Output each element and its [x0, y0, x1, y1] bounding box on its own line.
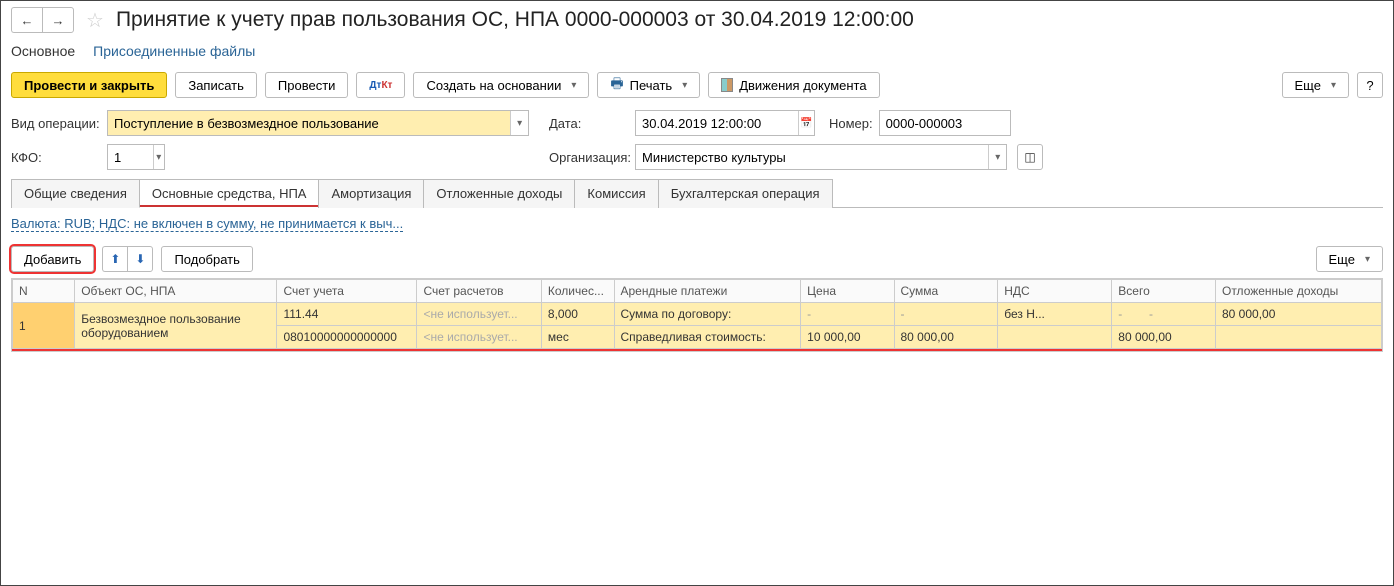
cell-calc-2[interactable]: <не использует...: [417, 326, 541, 349]
col-rent-payments[interactable]: Арендные платежи: [614, 280, 801, 303]
write-button[interactable]: Записать: [175, 72, 257, 98]
date-combo[interactable]: 📅: [635, 110, 815, 136]
tab-general[interactable]: Общие сведения: [11, 179, 140, 208]
printer-icon: 🖶: [610, 73, 623, 97]
table-more-button[interactable]: Еще: [1316, 246, 1383, 272]
cell-account-2[interactable]: 08010000000000000: [277, 326, 417, 349]
cell-deferred[interactable]: 80 000,00: [1215, 303, 1381, 326]
nav-forward-button[interactable]: →: [42, 7, 74, 33]
cell-rent-2[interactable]: Справедливая стоимость:: [614, 326, 801, 349]
op-type-dropdown-icon[interactable]: ▾: [510, 111, 528, 135]
red-underline: [12, 349, 1382, 351]
col-price[interactable]: Цена: [801, 280, 894, 303]
cell-account-1[interactable]: 111.44: [277, 303, 417, 326]
cell-price-2[interactable]: 10 000,00: [801, 326, 894, 349]
cell-sum-1[interactable]: -: [894, 303, 998, 326]
cell-calc-1[interactable]: <не использует...: [417, 303, 541, 326]
tab-accounting-op[interactable]: Бухгалтерская операция: [658, 179, 833, 208]
org-open-button[interactable]: ◫: [1017, 144, 1043, 170]
kfo-input[interactable]: [108, 145, 153, 169]
op-type-combo[interactable]: ▾: [107, 110, 529, 136]
add-row-button[interactable]: Добавить: [11, 246, 94, 272]
date-input[interactable]: [636, 111, 798, 135]
move-up-button[interactable]: ⬆: [102, 246, 127, 272]
cell-qty[interactable]: 8,000: [541, 303, 614, 326]
col-total[interactable]: Всего: [1112, 280, 1216, 303]
move-down-button[interactable]: ⬇: [127, 246, 153, 272]
org-dropdown-icon[interactable]: ▾: [988, 145, 1006, 169]
col-quantity[interactable]: Количес...: [541, 280, 614, 303]
col-deferred[interactable]: Отложенные доходы: [1215, 280, 1381, 303]
debit-credit-button[interactable]: ДтКт: [356, 72, 405, 98]
cell-vat-1[interactable]: без Н...: [998, 303, 1112, 326]
tab-assets[interactable]: Основные средства, НПА: [139, 179, 320, 208]
op-type-input[interactable]: [108, 111, 510, 135]
tab-deferred-income[interactable]: Отложенные доходы: [423, 179, 575, 208]
cell-total-1[interactable]: - -: [1112, 303, 1216, 326]
cell-price-1[interactable]: -: [801, 303, 894, 326]
print-button[interactable]: 🖶Печать: [597, 72, 700, 98]
assets-table[interactable]: N Объект ОС, НПА Счет учета Счет расчето…: [12, 279, 1382, 349]
col-vat[interactable]: НДС: [998, 280, 1112, 303]
pick-button[interactable]: Подобрать: [161, 246, 252, 272]
document-movements-button[interactable]: Движения документа: [708, 72, 879, 98]
linktab-main[interactable]: Основное: [11, 43, 75, 60]
cell-sum-2[interactable]: 80 000,00: [894, 326, 998, 349]
more-button[interactable]: Еще: [1282, 72, 1349, 98]
linktab-files[interactable]: Присоединенные файлы: [93, 43, 255, 60]
kfo-label: КФО:: [11, 150, 101, 165]
col-account[interactable]: Счет учета: [277, 280, 417, 303]
cell-rent-1[interactable]: Сумма по договору:: [614, 303, 801, 326]
calendar-icon[interactable]: 📅: [798, 111, 814, 135]
cell-deferred-2[interactable]: [1215, 326, 1381, 349]
page-title: Принятие к учету прав пользования ОС, НП…: [116, 8, 914, 32]
kfo-combo[interactable]: ▾: [107, 144, 165, 170]
number-label: Номер:: [829, 116, 873, 131]
col-n[interactable]: N: [13, 280, 75, 303]
op-type-label: Вид операции:: [11, 116, 101, 131]
post-button[interactable]: Провести: [265, 72, 349, 98]
col-object[interactable]: Объект ОС, НПА: [75, 280, 277, 303]
number-input[interactable]: [880, 111, 1010, 135]
org-input[interactable]: [636, 145, 988, 169]
cell-unit[interactable]: мес: [541, 326, 614, 349]
cell-n[interactable]: 1: [13, 303, 75, 349]
col-calc-account[interactable]: Счет расчетов: [417, 280, 541, 303]
currency-vat-link[interactable]: Валюта: RUB; НДС: не включен в сумму, не…: [11, 216, 403, 232]
kfo-dropdown-icon[interactable]: ▾: [153, 145, 164, 169]
movements-icon: [721, 78, 733, 92]
cell-total-2[interactable]: 80 000,00: [1112, 326, 1216, 349]
help-button[interactable]: ?: [1357, 72, 1383, 98]
table-row[interactable]: 1 Безвозмездное пользование оборудование…: [13, 303, 1382, 326]
date-label: Дата:: [549, 116, 629, 131]
org-label: Организация:: [549, 150, 629, 165]
col-sum[interactable]: Сумма: [894, 280, 998, 303]
number-field[interactable]: [879, 110, 1011, 136]
cell-vat-2[interactable]: [998, 326, 1112, 349]
post-and-close-button[interactable]: Провести и закрыть: [11, 72, 167, 98]
cell-object[interactable]: Безвозмездное пользование оборудованием: [75, 303, 277, 349]
create-based-on-button[interactable]: Создать на основании: [413, 72, 589, 98]
nav-back-button[interactable]: ←: [11, 7, 42, 33]
tab-commission[interactable]: Комиссия: [574, 179, 658, 208]
tab-amortization[interactable]: Амортизация: [318, 179, 424, 208]
favorite-star-icon[interactable]: ☆: [86, 8, 104, 33]
org-combo[interactable]: ▾: [635, 144, 1007, 170]
